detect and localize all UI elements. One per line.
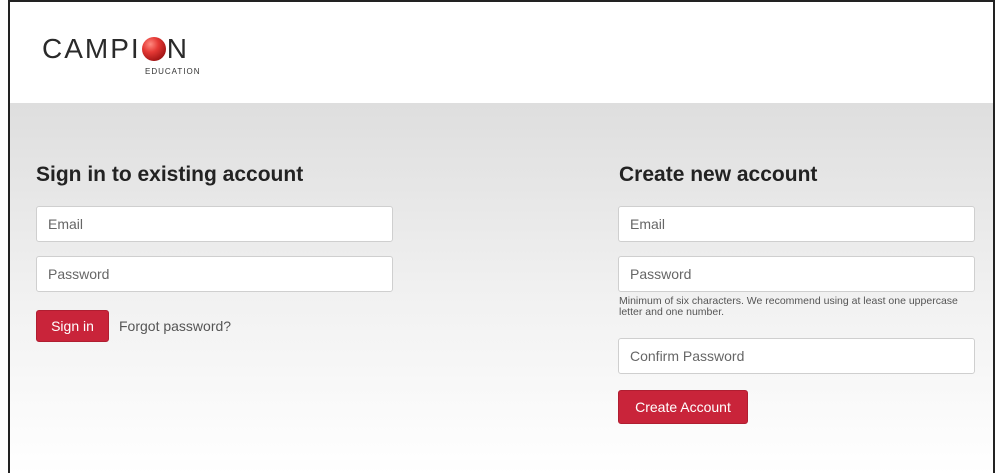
signup-heading: Create new account	[619, 163, 818, 186]
campion-logo[interactable]: CAMPI N EDUCATION	[42, 34, 212, 84]
password-hint: Minimum of six characters. We recommend …	[619, 295, 958, 318]
logo-wordmark: CAMPI N	[42, 34, 189, 64]
logo-text-part2: N	[166, 33, 189, 64]
signin-button[interactable]: Sign in	[36, 310, 109, 342]
page-frame: CAMPI N EDUCATION Sign in to existing acc…	[8, 0, 995, 473]
signin-email-input[interactable]	[36, 206, 393, 242]
signin-heading: Sign in to existing account	[36, 163, 304, 186]
logo-subtitle: EDUCATION	[145, 67, 201, 76]
red-ball-icon	[141, 37, 166, 61]
signin-password-input[interactable]	[36, 256, 393, 292]
forgot-password-link[interactable]: Forgot password?	[119, 318, 231, 334]
signup-password-input[interactable]	[618, 256, 975, 292]
signup-email-input[interactable]	[618, 206, 975, 242]
create-account-button[interactable]: Create Account	[618, 390, 748, 424]
auth-panel: Sign in to existing account Sign in Forg…	[10, 103, 993, 473]
logo-text-part1: CAMPI	[42, 33, 141, 64]
site-header: CAMPI N EDUCATION	[10, 2, 993, 103]
signup-confirm-password-input[interactable]	[618, 338, 975, 374]
